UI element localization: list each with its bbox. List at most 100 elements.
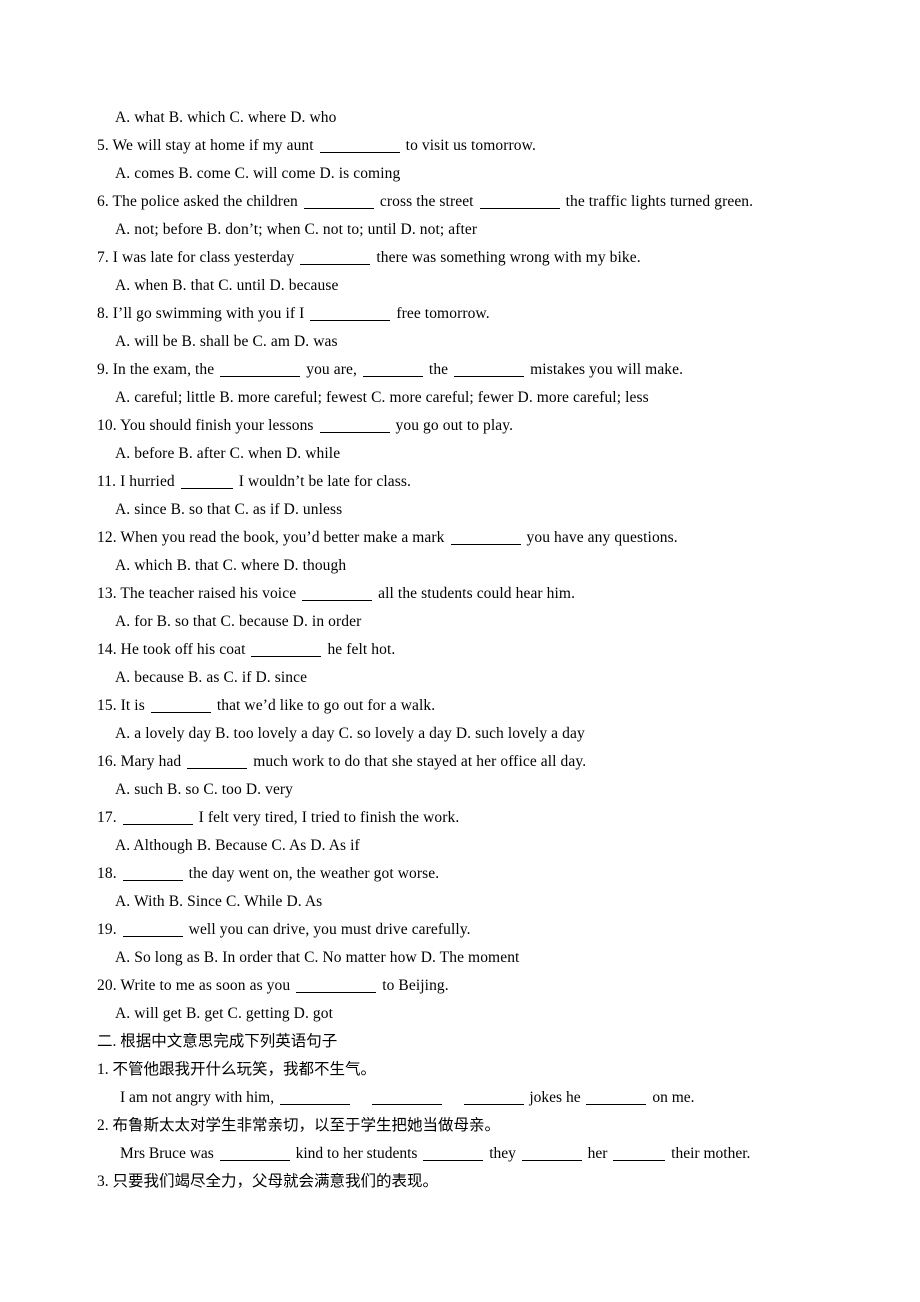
translation-answer-2-mid: kind to her students: [295, 1145, 418, 1162]
question-stem-17-after: I felt very tired, I tried to finish the…: [198, 809, 460, 826]
question-stem-5-after: to visit us tomorrow.: [405, 137, 536, 154]
translation-prompt-2: 2. 布鲁斯太太对学生非常亲切，以至于学生把她当做母亲。: [97, 1117, 501, 1134]
question-stem-10-before: 10. You should finish your lessons: [97, 417, 314, 434]
answer-blank[interactable]: [303, 194, 374, 209]
translation-answer-line-2: Mrs Bruce was kind to her students they …: [97, 1140, 840, 1168]
worksheet-page: A. what B. which C. where D. who 5. We w…: [0, 0, 920, 1302]
question-stem-20: 20. Write to me as soon as you to Beijin…: [97, 972, 840, 1000]
question-stem-14: 14. He took off his coat he felt hot.: [97, 636, 840, 664]
question-stem-16-before: 16. Mary had: [97, 753, 182, 770]
translation-prompt-1: 1. 不管他跟我开什么玩笑，我都不生气。: [97, 1061, 377, 1078]
question-stem-7: 7. I was late for class yesterday there …: [97, 244, 840, 272]
question-stem-9-mid: you are,: [306, 361, 357, 378]
answer-blank[interactable]: [521, 1146, 582, 1161]
answer-blank[interactable]: [319, 138, 400, 153]
question-stem-7-after: there was something wrong with my bike.: [376, 249, 641, 266]
answer-blank[interactable]: [296, 978, 377, 993]
question-stem-11: 11. I hurried I wouldn’t be late for cla…: [97, 468, 840, 496]
translation-answer-2-start: Mrs Bruce was: [120, 1145, 214, 1162]
question-stem-10-after: you go out to play.: [395, 417, 514, 434]
question-stem-13-after: all the students could hear him.: [378, 585, 576, 602]
answer-blank[interactable]: [613, 1146, 666, 1161]
question-stem-14-before: 14. He took off his coat: [97, 641, 246, 658]
question-stem-5-before: 5. We will stay at home if my aunt: [97, 137, 314, 154]
option-line-8: A. will be B. shall be C. am D. was: [115, 333, 338, 350]
question-stem-20-after: to Beijing.: [382, 977, 449, 994]
answer-blank[interactable]: [280, 1090, 350, 1105]
question-stem-9-mid2: the: [428, 361, 449, 378]
question-stem-10: 10. You should finish your lessons you g…: [97, 412, 840, 440]
translation-answer-1-end: on me.: [652, 1089, 695, 1106]
answer-blank[interactable]: [180, 474, 233, 489]
section-heading-part-two: 二. 根据中文意思完成下列英语句子: [97, 1033, 338, 1050]
question-stem-8-before: 8. I’ll go swimming with you if I: [97, 305, 305, 322]
question-stem-16-after: much work to do that she stayed at her o…: [253, 753, 587, 770]
question-stem-16: 16. Mary had much work to do that she st…: [97, 748, 840, 776]
answer-blank[interactable]: [586, 1090, 647, 1105]
answer-blank[interactable]: [319, 418, 390, 433]
translation-answer-1-start: I am not angry with him,: [120, 1089, 275, 1106]
answer-blank[interactable]: [450, 530, 521, 545]
answer-blank[interactable]: [219, 1146, 290, 1161]
option-line-13: A. for B. so that C. because D. in order: [115, 613, 362, 630]
option-line-5: A. comes B. come C. will come D. is comi…: [115, 165, 401, 182]
option-line-16: A. such B. so C. too D. very: [115, 781, 294, 798]
question-stem-7-before: 7. I was late for class yesterday: [97, 249, 295, 266]
translation-prompt-3: 3. 只要我们竭尽全力，父母就会满意我们的表现。: [97, 1173, 439, 1190]
question-stem-12-before: 12. When you read the book, you’d better…: [97, 529, 445, 546]
answer-blank[interactable]: [251, 642, 322, 657]
answer-blank[interactable]: [371, 1090, 442, 1105]
translation-answer-2-mid2: they: [489, 1145, 516, 1162]
question-stem-9-before: 9. In the exam, the: [97, 361, 215, 378]
answer-blank[interactable]: [300, 250, 371, 265]
answer-blank[interactable]: [302, 586, 373, 601]
answer-blank[interactable]: [122, 866, 183, 881]
option-line-19: A. So long as B. In order that C. No mat…: [115, 949, 520, 966]
question-stem-8-after: free tomorrow.: [396, 305, 490, 322]
answer-blank[interactable]: [187, 754, 248, 769]
question-stem-12: 12. When you read the book, you’d better…: [97, 524, 840, 552]
option-line-18: A. With B. Since C. While D. As: [115, 893, 323, 910]
question-stem-11-after: I wouldn’t be late for class.: [238, 473, 411, 490]
answer-blank[interactable]: [122, 810, 193, 825]
option-line-12: A. which B. that C. where D. though: [115, 557, 347, 574]
question-stem-11-before: 11. I hurried: [97, 473, 175, 490]
answer-blank[interactable]: [463, 1090, 524, 1105]
question-stem-17: 17. I felt very tired, I tried to finish…: [97, 804, 840, 832]
option-line-14: A. because B. as C. if D. since: [115, 669, 308, 686]
answer-blank[interactable]: [479, 194, 560, 209]
question-stem-12-after: you have any questions.: [526, 529, 678, 546]
question-stem-15: 15. It is that we’d like to go out for a…: [97, 692, 840, 720]
question-stem-19: 19. well you can drive, you must drive c…: [97, 916, 840, 944]
option-line-15: A. a lovely day B. too lovely a day C. s…: [115, 725, 585, 742]
answer-blank[interactable]: [122, 922, 183, 937]
question-stem-6-before: 6. The police asked the children: [97, 193, 298, 210]
answer-blank[interactable]: [220, 362, 301, 377]
option-line-7: A. when B. that C. until D. because: [115, 277, 339, 294]
question-stem-15-before: 15. It is: [97, 697, 145, 714]
question-stem-14-after: he felt hot.: [327, 641, 396, 658]
option-line-11: A. since B. so that C. as if D. unless: [115, 501, 343, 518]
question-stem-6-after: the traffic lights turned green.: [565, 193, 754, 210]
option-line-17: A. Although B. Because C. As D. As if: [115, 837, 360, 854]
option-line-9: A. careful; little B. more careful; fewe…: [115, 389, 649, 406]
translation-answer-2-end: their mother.: [671, 1145, 751, 1162]
question-stem-6: 6. The police asked the children cross t…: [97, 188, 840, 216]
question-stem-17-before: 17.: [97, 809, 117, 826]
answer-blank[interactable]: [362, 362, 423, 377]
question-stem-9: 9. In the exam, the you are, the mistake…: [97, 356, 840, 384]
answer-blank[interactable]: [310, 306, 391, 321]
option-line-10: A. before B. after C. when D. while: [115, 445, 341, 462]
question-stem-6-mid: cross the street: [379, 193, 474, 210]
answer-blank[interactable]: [423, 1146, 484, 1161]
answer-blank[interactable]: [150, 698, 211, 713]
question-stem-5: 5. We will stay at home if my aunt to vi…: [97, 132, 840, 160]
answer-blank[interactable]: [454, 362, 525, 377]
translation-answer-line-1: I am not angry with him, jokes he on me.: [97, 1084, 840, 1112]
question-stem-18: 18. the day went on, the weather got wor…: [97, 860, 840, 888]
question-stem-9-after: mistakes you will make.: [530, 361, 684, 378]
question-stem-18-after: the day went on, the weather got worse.: [188, 865, 440, 882]
question-stem-13: 13. The teacher raised his voice all the…: [97, 580, 840, 608]
translation-answer-1-mid: jokes he: [529, 1089, 581, 1106]
option-line-orphan: A. what B. which C. where D. who: [115, 109, 337, 126]
